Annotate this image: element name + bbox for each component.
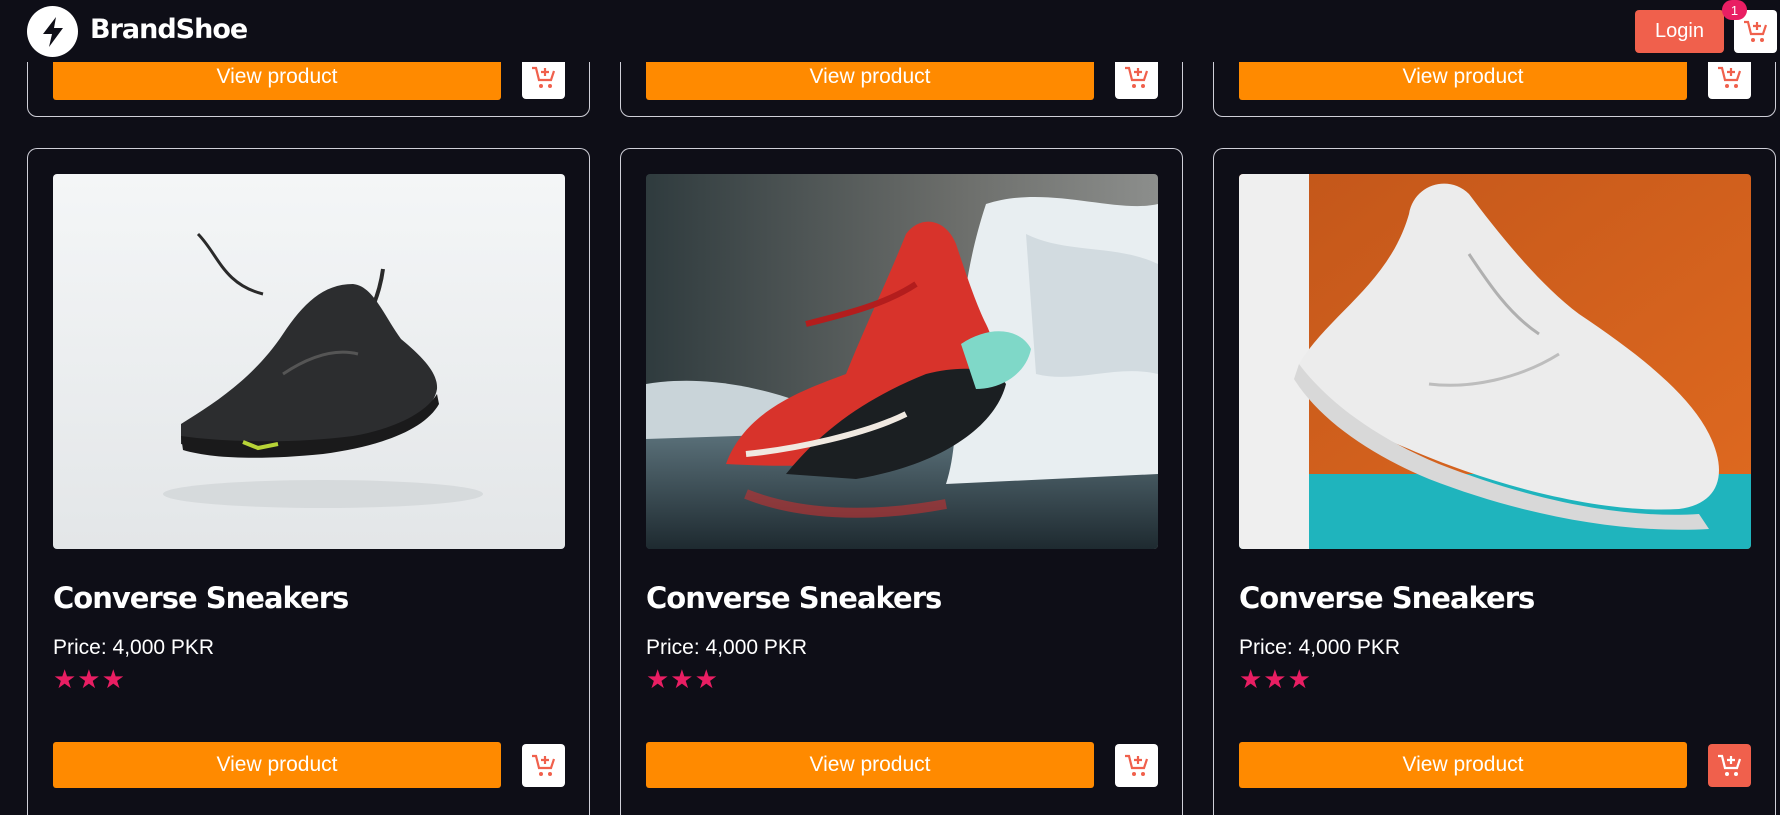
view-product-button[interactable]: View product — [646, 742, 1094, 788]
brand-name[interactable]: BrandShoe — [90, 14, 248, 45]
cart-plus-icon — [1717, 754, 1741, 776]
rating-stars: ★★★ — [1239, 665, 1312, 695]
page: View product View product View product C… — [0, 0, 1780, 815]
product-card: Converse Sneakers Price: 4,000 PKR ★★★ V… — [27, 148, 590, 815]
view-product-button[interactable]: View product — [1239, 742, 1687, 788]
product-price: Price: 4,000 PKR — [53, 636, 215, 659]
cart-plus-icon — [1124, 754, 1148, 776]
product-image[interactable] — [646, 174, 1158, 549]
product-title: Converse Sneakers — [53, 581, 349, 615]
cart-plus-icon — [531, 754, 555, 776]
product-price: Price: 4,000 PKR — [1239, 636, 1401, 659]
cart-plus-icon — [1124, 66, 1148, 88]
cart-plus-icon — [531, 66, 555, 88]
login-button[interactable]: Login — [1635, 10, 1724, 53]
cart-plus-icon — [1743, 20, 1767, 42]
add-to-cart-button[interactable] — [1708, 744, 1751, 787]
view-product-button[interactable]: View product — [53, 742, 501, 788]
add-to-cart-button[interactable] — [522, 744, 565, 787]
cart-count-badge: 1 — [1722, 0, 1747, 20]
product-title: Converse Sneakers — [646, 581, 942, 615]
add-to-cart-button[interactable] — [522, 56, 565, 99]
product-price: Price: 4,000 PKR — [646, 636, 808, 659]
site-header: BrandShoe Login 1 — [0, 0, 1780, 62]
rating-stars: ★★★ — [53, 665, 126, 695]
product-image[interactable] — [53, 174, 565, 549]
product-card: Converse Sneakers Price: 4,000 PKR ★★★ V… — [1213, 148, 1776, 815]
product-card: Converse Sneakers Price: 4,000 PKR ★★★ V… — [620, 148, 1183, 815]
product-image[interactable] — [1239, 174, 1751, 549]
lightning-bolt-icon[interactable] — [27, 6, 78, 57]
add-to-cart-button[interactable] — [1115, 56, 1158, 99]
product-title: Converse Sneakers — [1239, 581, 1535, 615]
add-to-cart-button[interactable] — [1708, 56, 1751, 99]
cart-plus-icon — [1717, 66, 1741, 88]
rating-stars: ★★★ — [646, 665, 719, 695]
add-to-cart-button[interactable] — [1115, 744, 1158, 787]
